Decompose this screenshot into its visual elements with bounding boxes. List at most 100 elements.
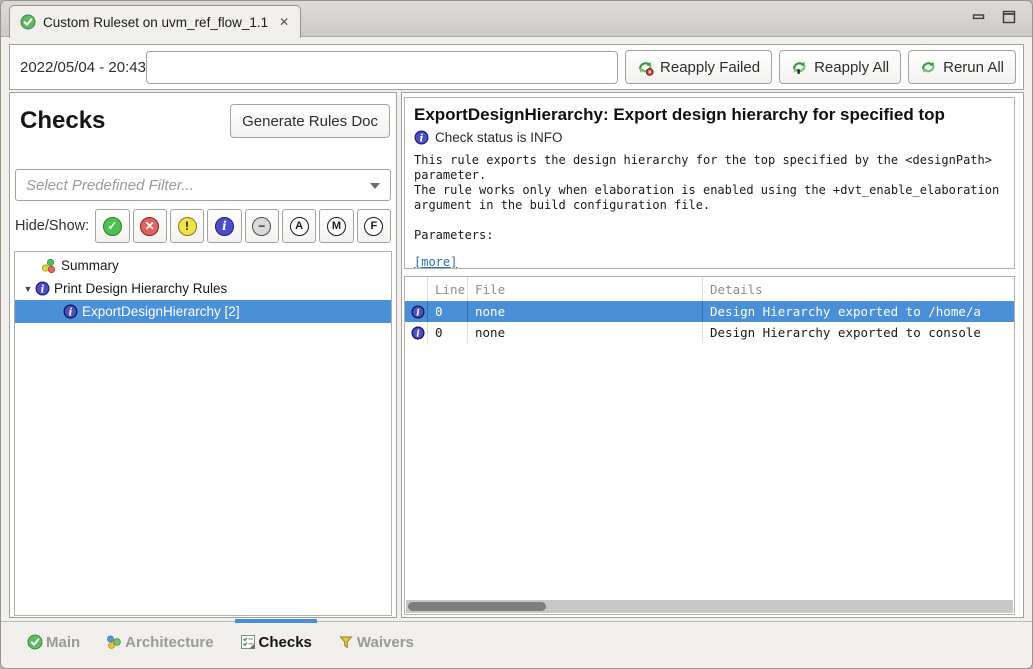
cell-file: none [468, 301, 703, 322]
page-title: Checks [20, 107, 105, 135]
tree-item-print-design-hierarchy-rules[interactable]: ▼ i Print Design Hierarchy Rules [15, 277, 391, 300]
rules-tree: Summary ▼ i Print Design Hierarchy Rules… [14, 251, 392, 616]
minimize-icon [972, 10, 986, 24]
check-circle-icon [20, 14, 36, 30]
title-bar: Custom Ruleset on uvm_ref_flow_1.1 ✕ [1, 1, 1032, 37]
window-tab[interactable]: Custom Ruleset on uvm_ref_flow_1.1 ✕ [9, 5, 301, 38]
reapply-failed-button[interactable]: Reapply Failed [625, 50, 772, 84]
svg-text:i: i [420, 133, 424, 144]
warning-icon: ! [178, 217, 197, 236]
tree-item-label: Summary [61, 258, 119, 273]
tab-label: Checks [259, 634, 312, 651]
run-timestamp: 2022/05/04 - 20:43 [20, 59, 146, 76]
chevron-down-icon [370, 183, 380, 189]
parameters-label: Parameters: [414, 228, 1005, 242]
tab-waivers[interactable]: Waivers [338, 622, 414, 662]
horizontal-scrollbar-thumb[interactable] [408, 602, 546, 611]
letter-f-icon: F [364, 217, 383, 236]
toggle-passed-button[interactable]: ✓ [95, 209, 129, 243]
more-link[interactable]: [more] [414, 255, 457, 269]
hide-show-label: Hide/Show: [15, 218, 89, 234]
bottom-tab-bar: Main Architecture Checks [1, 621, 1032, 662]
info-icon: i [63, 304, 78, 319]
file-column-header[interactable]: File [468, 277, 703, 301]
maximize-icon [1002, 10, 1016, 24]
minimize-button[interactable] [972, 10, 986, 24]
window-title: Custom Ruleset on uvm_ref_flow_1.1 [43, 15, 268, 30]
check-description-box: ExportDesignHierarchy: Export design hie… [404, 97, 1015, 269]
pass-icon: ✓ [103, 217, 122, 236]
info-icon: i [411, 326, 425, 340]
info-icon: i [411, 305, 425, 319]
cell-details: Design Hierarchy exported to console [703, 322, 1014, 343]
status-column-header [405, 277, 428, 301]
minus-circle-icon: − [252, 217, 271, 236]
generate-rules-doc-button[interactable]: Generate Rules Doc [230, 104, 390, 138]
check-status-text: Check status is INFO [435, 130, 563, 145]
tree-item-label: ExportDesignHierarchy [2] [82, 304, 240, 319]
toggle-warning-button[interactable]: ! [170, 209, 204, 243]
tree-item-summary[interactable]: Summary [15, 254, 391, 277]
checks-panel: Checks Generate Rules Doc Select Predefi… [9, 92, 397, 618]
toolbar: 2022/05/04 - 20:43 Reapply Failed [9, 44, 1024, 90]
svg-text:i: i [41, 284, 45, 295]
toggle-a-button[interactable]: A [282, 209, 316, 243]
tab-architecture[interactable]: Architecture [106, 622, 213, 662]
toggle-m-button[interactable]: M [319, 209, 353, 243]
horizontal-scrollbar[interactable] [406, 600, 1013, 613]
table-header-row: Line File Details [405, 277, 1014, 301]
cell-details: Design Hierarchy exported to /home/a [703, 301, 1014, 322]
check-detail-panel: ExportDesignHierarchy: Export design hie… [401, 92, 1024, 618]
predefined-filter-select[interactable]: Select Predefined Filter... [15, 169, 391, 201]
check-circle-icon [27, 634, 43, 650]
fail-icon: ✕ [140, 217, 159, 236]
toggle-notrun-button[interactable]: − [245, 209, 279, 243]
svg-text:i: i [416, 328, 420, 339]
toolbar-filter-input[interactable] [146, 51, 618, 84]
cell-line: 0 [428, 322, 468, 343]
reapply-failed-label: Reapply Failed [660, 59, 760, 76]
cell-file: none [468, 322, 703, 343]
maximize-button[interactable] [1002, 10, 1016, 24]
toggle-failed-button[interactable]: ✕ [133, 209, 167, 243]
reapply-all-button[interactable]: Reapply All [779, 50, 901, 84]
generate-rules-doc-label: Generate Rules Doc [242, 113, 378, 130]
details-column-header[interactable]: Details [703, 277, 1014, 301]
rerun-all-label: Rerun All [943, 59, 1004, 76]
info-icon: i [414, 130, 429, 145]
svg-text:i: i [69, 307, 73, 318]
svg-text:i: i [416, 307, 420, 318]
predefined-filter-placeholder: Select Predefined Filter... [26, 177, 194, 194]
results-table: Line File Details i 0 none Design Hierar… [404, 276, 1015, 615]
refresh-all-icon [791, 59, 808, 76]
check-title: ExportDesignHierarchy: Export design hie… [414, 105, 1005, 125]
info-icon: i [215, 217, 234, 236]
toggle-info-button[interactable]: i [207, 209, 241, 243]
tab-label: Main [46, 634, 80, 651]
checklist-icon [240, 634, 256, 650]
tab-main[interactable]: Main [27, 622, 80, 662]
refresh-failed-icon [637, 59, 654, 76]
rerun-all-button[interactable]: Rerun All [908, 50, 1016, 84]
architecture-circles-icon [106, 634, 122, 650]
funnel-icon [338, 634, 354, 650]
toggle-f-button[interactable]: F [357, 209, 391, 243]
tree-item-exportdesignhierarchy[interactable]: i ExportDesignHierarchy [2] [15, 300, 391, 323]
tree-item-label: Print Design Hierarchy Rules [54, 281, 227, 296]
reapply-all-label: Reapply All [814, 59, 889, 76]
check-description: This rule exports the design hierarchy f… [414, 153, 1005, 213]
table-row[interactable]: i 0 none Design Hierarchy exported to co… [405, 322, 1014, 343]
table-row[interactable]: i 0 none Design Hierarchy exported to /h… [405, 301, 1014, 322]
tab-checks[interactable]: Checks [240, 622, 312, 662]
app-window: Custom Ruleset on uvm_ref_flow_1.1 ✕ 202… [0, 0, 1033, 669]
refresh-icon [920, 59, 937, 76]
line-column-header[interactable]: Line [428, 277, 468, 301]
letter-a-icon: A [290, 217, 309, 236]
info-icon: i [35, 281, 50, 296]
expander-icon[interactable]: ▼ [21, 284, 35, 294]
tab-label: Architecture [125, 634, 213, 651]
tab-label: Waivers [357, 634, 414, 651]
summary-circles-icon [41, 258, 57, 274]
cell-line: 0 [428, 301, 468, 322]
close-icon[interactable]: ✕ [279, 15, 289, 29]
